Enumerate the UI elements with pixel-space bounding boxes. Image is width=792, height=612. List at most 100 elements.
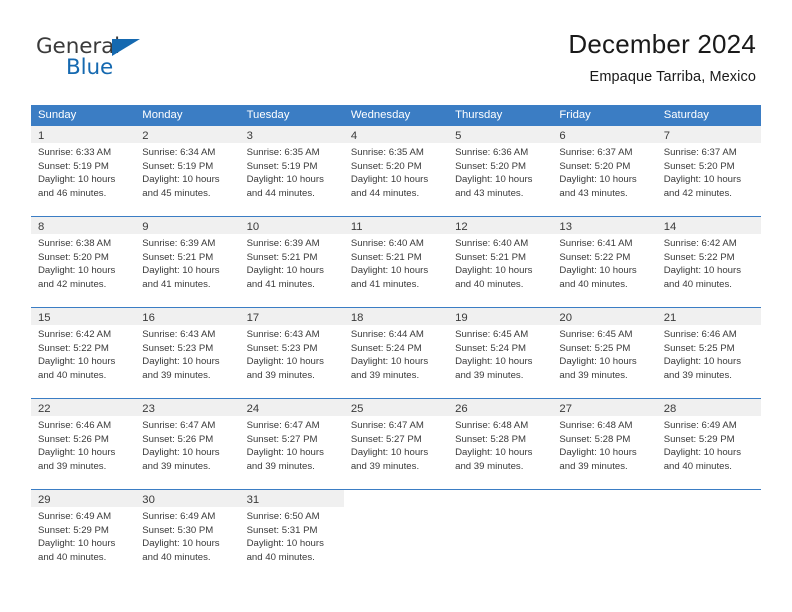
day-cell[interactable]: 19 Sunrise: 6:45 AM Sunset: 5:24 PM Dayligh… [448,308,553,398]
calendar-page: General Blue December 2024 Empaque Tarri… [0,0,792,612]
day-cell[interactable]: 26 Sunrise: 6:48 AM Sunset: 5:28 PM Dayligh… [448,399,553,489]
day-cell[interactable]: 11 Sunrise: 6:40 AM Sunset: 5:21 PM Dayligh… [343,217,449,307]
daylight-text-line2: and 40 minutes. [38,369,107,381]
day-number-band: 24 [239,399,344,416]
day-cell[interactable]: 29 Sunrise: 6:49 AM Sunset: 5:29 PM Dayligh… [31,490,136,580]
day-cell[interactable]: 27 Sunrise: 6:48 AM Sunset: 5:28 PM Dayligh… [552,399,657,489]
day-number: 1 [38,130,45,142]
day-number-band: 28 [656,399,761,416]
sunset-text: Sunset: 5:22 PM [559,251,631,263]
day-cell[interactable]: 20 Sunrise: 6:45 AM Sunset: 5:25 PM Dayligh… [552,308,657,398]
day-info: Sunrise: 6:45 AM Sunset: 5:25 PM Daylight:… [552,325,656,382]
day-number-band: 17 [239,308,344,325]
day-number: 8 [38,221,45,233]
sunset-text: Sunset: 5:23 PM [246,342,318,354]
sunset-text: Sunset: 5:26 PM [142,433,214,445]
day-info: Sunrise: 6:49 AM Sunset: 5:29 PM Daylight:… [657,416,761,473]
daylight-text-line2: and 39 minutes. [663,369,732,381]
day-info: Sunrise: 6:39 AM Sunset: 5:21 PM Daylight:… [240,234,344,291]
day-number-band: 8 [31,217,136,234]
daylight-text-line1: Daylight: 10 hours [350,174,429,186]
weekday-header-friday: Friday [559,109,591,121]
day-number: 19 [455,312,468,324]
day-number: 21 [663,312,677,324]
day-number-band: 1 [31,126,136,143]
daylight-text-line1: Daylight: 10 hours [38,265,116,277]
daylight-text-line2: and 39 minutes. [142,460,211,472]
day-cell[interactable]: 4 Sunrise: 6:35 AM Sunset: 5:20 PM Daylight… [343,126,449,216]
day-cell[interactable]: 28 Sunrise: 6:49 AM Sunset: 5:29 PM Dayligh… [656,399,761,489]
daylight-text-line1: Daylight: 10 hours [455,265,533,277]
day-cell[interactable]: 23 Sunrise: 6:47 AM Sunset: 5:26 PM Dayligh… [135,399,240,489]
day-info: Sunrise: 6:42 AM Sunset: 5:22 PM Daylight:… [657,234,761,291]
day-info: Sunrise: 6:40 AM Sunset: 5:21 PM Daylight:… [448,234,552,291]
sunrise-text: Sunrise: 6:33 AM [38,147,112,158]
day-number: 22 [38,403,51,415]
day-cell[interactable]: 15 Sunrise: 6:42 AM Sunset: 5:22 PM Dayligh… [31,308,136,398]
day-cell[interactable]: 3 Sunrise: 6:35 AM Sunset: 5:19 PM Daylight… [239,126,344,216]
daylight-text-line2: and 43 minutes. [455,187,524,199]
sunrise-text: Sunrise: 6:38 AM [38,238,112,249]
day-cell[interactable]: 31 Sunrise: 6:50 AM Sunset: 5:31 PM Dayligh… [239,490,344,580]
day-number: 16 [142,312,155,324]
day-number: 13 [559,221,572,233]
sunrise-text: Sunrise: 6:46 AM [38,420,112,431]
day-cell[interactable]: 12 Sunrise: 6:40 AM Sunset: 5:21 PM Dayligh… [448,217,553,307]
day-number: 29 [38,494,51,506]
day-cell[interactable]: 8 Sunrise: 6:38 AM Sunset: 5:20 PM Daylight… [31,217,136,307]
day-cell[interactable]: 9 Sunrise: 6:39 AM Sunset: 5:21 PM Daylight… [135,217,240,307]
sunset-text: Sunset: 5:21 PM [455,251,527,263]
day-info: Sunrise: 6:43 AM Sunset: 5:23 PM Daylight:… [240,325,344,382]
daylight-text-line1: Daylight: 10 hours [350,447,429,459]
sunrise-text: Sunrise: 6:49 AM [38,511,112,522]
daylight-text-line2: and 40 minutes. [663,460,732,472]
day-cell[interactable]: 22 Sunrise: 6:46 AM Sunset: 5:26 PM Dayligh… [31,399,136,489]
day-number-band: 3 [239,126,344,143]
day-number-band: 12 [448,217,553,234]
day-cell[interactable]: 13 Sunrise: 6:41 AM Sunset: 5:22 PM Dayligh… [552,217,657,307]
day-cell[interactable]: 30 Sunrise: 6:49 AM Sunset: 5:30 PM Dayligh… [135,490,240,580]
calendar-week-row: 29 Sunrise: 6:49 AM Sunset: 5:29 PM Dayligh… [31,489,761,580]
day-cell[interactable]: 10 Sunrise: 6:39 AM Sunset: 5:21 PM Dayligh… [239,217,344,307]
day-info: Sunrise: 6:43 AM Sunset: 5:23 PM Daylight:… [135,325,239,382]
sunset-text: Sunset: 5:19 PM [142,160,214,172]
daylight-text-line1: Daylight: 10 hours [246,447,324,459]
day-cell[interactable]: 14 Sunrise: 6:42 AM Sunset: 5:22 PM Dayligh… [656,217,761,307]
daylight-text-line1: Daylight: 10 hours [663,265,742,277]
day-info [344,507,448,510]
day-number-band: 15 [31,308,136,325]
day-number: 6 [559,130,566,142]
sunset-text: Sunset: 5:25 PM [663,342,735,354]
day-cell[interactable]: 25 Sunrise: 6:47 AM Sunset: 5:27 PM Dayligh… [343,399,449,489]
sunrise-text: Sunrise: 6:37 AM [663,147,737,158]
day-info [448,507,552,510]
daylight-text-line2: and 39 minutes. [38,460,107,472]
day-number-band [448,490,552,507]
day-cell[interactable]: 17 Sunrise: 6:43 AM Sunset: 5:23 PM Dayligh… [239,308,344,398]
day-cell[interactable]: 21 Sunrise: 6:46 AM Sunset: 5:25 PM Dayligh… [656,308,761,398]
sunset-text: Sunset: 5:20 PM [455,160,527,172]
day-info: Sunrise: 6:45 AM Sunset: 5:24 PM Daylight:… [448,325,552,382]
day-number-band: 13 [552,217,657,234]
day-cell[interactable]: 6 Sunrise: 6:37 AM Sunset: 5:20 PM Daylight… [552,126,657,216]
day-number-band [552,490,656,507]
day-cell[interactable]: 18 Sunrise: 6:44 AM Sunset: 5:24 PM Dayligh… [343,308,449,398]
day-cell[interactable]: 16 Sunrise: 6:43 AM Sunset: 5:23 PM Dayligh… [135,308,240,398]
day-number: 28 [663,403,677,415]
day-cell[interactable]: 24 Sunrise: 6:47 AM Sunset: 5:27 PM Dayligh… [239,399,344,489]
daylight-text-line2: and 40 minutes. [38,551,107,563]
day-number-band [344,490,448,507]
day-number: 12 [455,221,468,233]
sunset-text: Sunset: 5:21 PM [142,251,214,263]
daylight-text-line1: Daylight: 10 hours [142,356,220,368]
daylight-text-line1: Daylight: 10 hours [246,174,324,186]
sunrise-text: Sunrise: 6:46 AM [663,329,737,340]
day-cell[interactable]: 7 Sunrise: 6:37 AM Sunset: 5:20 PM Daylight… [656,126,761,216]
day-cell[interactable]: 5 Sunrise: 6:36 AM Sunset: 5:20 PM Daylight… [448,126,553,216]
day-cell[interactable]: 1 Sunrise: 6:33 AM Sunset: 5:19 PM Daylight… [31,126,136,216]
day-cell[interactable]: 2 Sunrise: 6:34 AM Sunset: 5:19 PM Daylight… [135,126,240,216]
sunrise-text: Sunrise: 6:39 AM [142,238,216,249]
general-blue-logo[interactable]: General Blue [36,36,236,88]
day-number-band: 2 [135,126,240,143]
daylight-text-line2: and 44 minutes. [350,187,420,199]
